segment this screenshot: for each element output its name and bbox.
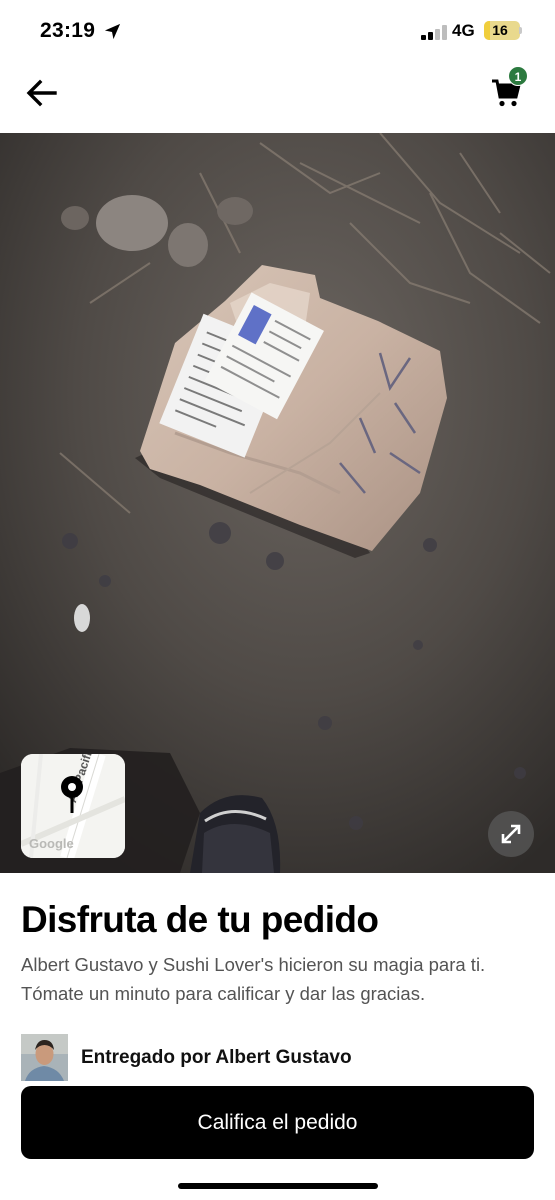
- home-indicator[interactable]: [178, 1183, 378, 1189]
- map-thumbnail[interactable]: Av. Pacific Google: [21, 754, 125, 858]
- delivery-photo: Av. Pacific Google: [0, 133, 555, 873]
- location-arrow-icon: [104, 23, 121, 40]
- expand-arrows-icon: [501, 824, 521, 844]
- status-bar: 23:19 4G 16: [0, 0, 555, 62]
- battery-cap: [519, 27, 522, 34]
- delivered-by-label: Entregado por Albert Gustavo: [81, 1046, 352, 1068]
- page-title: Disfruta de tu pedido: [21, 899, 379, 940]
- network-type: 4G: [452, 21, 475, 40]
- map-attribution: Google: [29, 836, 74, 851]
- avatar: [21, 1034, 68, 1081]
- expand-photo-button[interactable]: [488, 811, 534, 857]
- rate-order-button[interactable]: Califica el pedido: [21, 1086, 534, 1159]
- signal-icon: [421, 24, 447, 40]
- cart-button[interactable]: 1: [488, 66, 530, 112]
- order-description: Albert Gustavo y Sushi Lover's hicieron …: [21, 954, 486, 1004]
- back-button[interactable]: [22, 75, 62, 111]
- map-pin-icon: [61, 776, 83, 813]
- status-time: 23:19: [40, 19, 96, 42]
- cart-count-badge: 1: [508, 66, 528, 86]
- battery-icon: 16: [484, 21, 520, 40]
- battery-percent: 16: [492, 22, 508, 38]
- arrow-left-icon: [26, 79, 57, 107]
- courier-row: Entregado por Albert Gustavo: [21, 1034, 352, 1081]
